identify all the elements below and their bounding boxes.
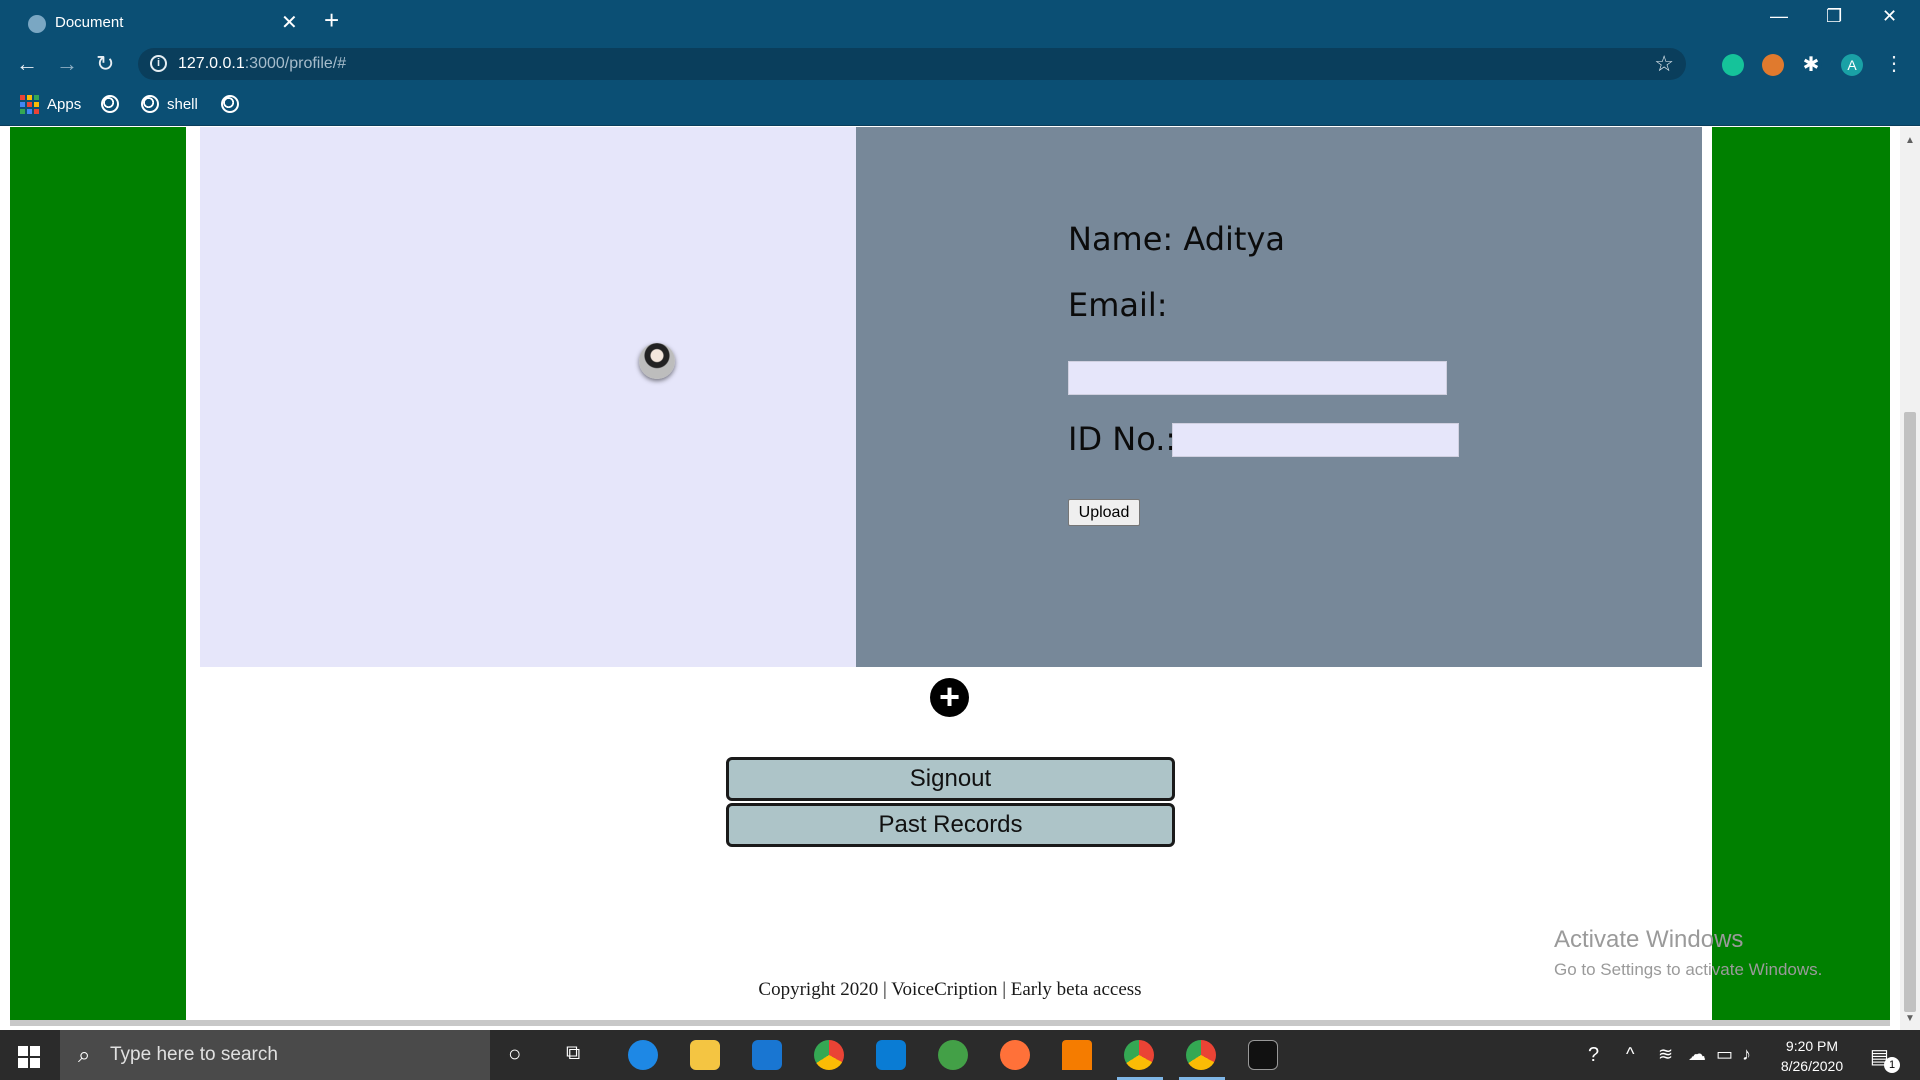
reload-icon[interactable]: ↻ [96,51,114,77]
profile-avatar-image[interactable] [639,343,675,379]
page-container [186,127,1712,1020]
globe-icon [141,95,159,113]
minimize-icon[interactable]: — [1770,6,1788,27]
activate-windows-subtitle: Go to Settings to activate Windows. [1554,960,1823,979]
browser-tab[interactable]: Document ✕ [11,4,311,42]
chevron-up-icon[interactable]: ^ [1626,1044,1634,1065]
clock-date: 8/26/2020 [1780,1058,1844,1074]
id-label: ID No.: [1068,420,1177,458]
bookmark-label: shell [167,95,198,113]
terminal-icon[interactable] [1248,1040,1278,1070]
new-tab-button[interactable]: + [324,5,339,36]
firefox-icon[interactable] [1000,1040,1030,1070]
notification-count: 1 [1884,1057,1900,1073]
search-placeholder: Type here to search [110,1044,278,1065]
right-green-margin [1712,127,1890,1020]
scroll-thumb[interactable] [1904,412,1916,1012]
bookmarks-bar: Apps shell [0,86,1920,126]
globe-icon [221,95,239,113]
search-icon: ⌕ [78,1042,91,1067]
url-text: 127.0.0.1:3000/profile/# [178,55,347,72]
page-scrollbar[interactable]: ▲ ▼ [1900,127,1920,1030]
add-plus-icon[interactable]: + [930,678,969,717]
name-label: Name: Aditya [1068,220,1285,258]
close-icon[interactable]: ✕ [281,10,298,35]
cortana-icon[interactable]: ○ [508,1041,521,1067]
back-icon[interactable]: ← [16,51,38,77]
extensions-puzzle-icon[interactable]: ✱ [1800,54,1822,76]
address-bar[interactable]: i 127.0.0.1:3000/profile/# ☆ [138,48,1686,80]
clock-time: 9:20 PM [1785,1038,1839,1054]
signout-button[interactable]: Signout [726,757,1175,801]
bookmark-star-icon[interactable]: ☆ [1654,51,1674,77]
bookmark-globe-1[interactable] [101,95,119,113]
mail-icon[interactable] [752,1040,782,1070]
taskbar-search[interactable]: ⌕ Type here to search [60,1030,490,1080]
vscode-icon[interactable] [876,1040,906,1070]
onedrive-icon[interactable]: ☁ [1688,1044,1706,1065]
menu-kebab-icon[interactable]: ⋮ [1884,51,1904,76]
page-viewport [0,127,1900,1030]
chrome-active-icon[interactable] [1186,1040,1216,1070]
apps-grid-icon [20,95,39,114]
atom-icon[interactable] [938,1040,968,1070]
volume-icon[interactable]: ♪ [1742,1044,1751,1065]
wifi-icon[interactable]: ≋ [1658,1044,1673,1065]
globe-icon [28,15,46,33]
chrome-icon[interactable] [814,1040,844,1070]
windows-start-icon[interactable] [18,1046,40,1068]
upload-button[interactable]: Upload [1068,499,1140,526]
email-label: Email: [1068,286,1168,324]
taskbar-clock[interactable]: 9:20 PM 8/26/2020 [1768,1036,1856,1076]
vlc-icon[interactable] [1062,1040,1092,1070]
email-input[interactable] [1068,361,1447,395]
bookmark-apps[interactable]: Apps [20,95,81,114]
left-green-margin [10,127,186,1020]
info-icon[interactable]: i [150,55,167,72]
task-view-icon[interactable]: ⧉ [566,1042,580,1065]
globe-icon [101,95,119,113]
browser-toolbar: ← → ↻ i 127.0.0.1:3000/profile/# ☆ ✱ A ⋮ [0,42,1920,86]
file-explorer-icon[interactable] [690,1040,720,1070]
footer-copyright: Copyright 2020 | VoiceCription | Early b… [758,979,1142,1000]
bookmark-globe-2[interactable] [221,95,239,113]
bookmark-label: Apps [47,96,82,113]
edge-icon[interactable] [628,1040,658,1070]
past-records-button[interactable]: Past Records [726,803,1175,847]
browser-title-bar: Document ✕ + — ❐ ✕ [0,0,1920,42]
bookmark-shell[interactable]: shell [141,95,198,113]
profile-avatar[interactable]: A [1841,54,1863,76]
activate-windows-title: Activate Windows [1554,926,1744,953]
grammarly-icon[interactable] [1722,54,1744,76]
cookie-extension-icon[interactable] [1762,54,1784,76]
battery-icon[interactable]: ▭ [1716,1044,1733,1065]
profile-details-panel [856,127,1702,667]
scroll-up-icon[interactable]: ▲ [1905,135,1915,146]
scroll-down-icon[interactable]: ▼ [1905,1013,1915,1024]
forward-icon[interactable]: → [56,51,78,77]
windows-taskbar: ⌕ Type here to search ○ ⧉ ? ^ ≋ ☁ ▭ ♪ 9:… [0,1030,1920,1080]
tab-title: Document [55,14,124,31]
page-bottom-border [10,1020,1890,1026]
close-window-icon[interactable]: ✕ [1882,6,1897,27]
restore-icon[interactable]: ❐ [1826,6,1842,27]
profile-picture-panel [200,127,856,667]
id-input[interactable] [1172,423,1459,457]
chrome-profile-icon[interactable] [1124,1040,1154,1070]
help-icon[interactable]: ? [1588,1044,1599,1067]
